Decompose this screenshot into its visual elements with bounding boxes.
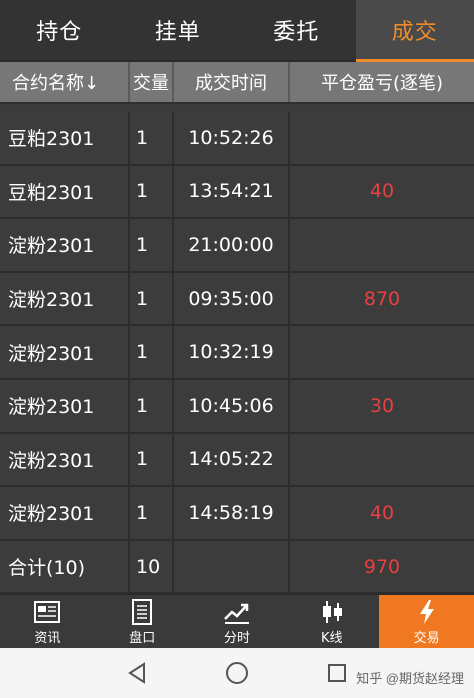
cell-contract: 淀粉2301: [0, 219, 130, 271]
nav-trade-label: 交易: [413, 630, 440, 646]
cell-contract: 淀粉2301: [0, 487, 130, 539]
total-quantity: 10: [130, 540, 174, 593]
nav-trade[interactable]: 交易: [379, 595, 474, 649]
bottom-nav-bar: 资讯 盘口 分时 K线 交易: [0, 594, 474, 649]
table-header: 合约名称↓ 交量 成交时间 平仓盈亏(逐笔): [0, 62, 474, 104]
cell-quantity: 1: [130, 326, 174, 378]
header-close-pnl[interactable]: 平仓盈亏(逐笔): [290, 62, 474, 102]
news-icon: [34, 600, 61, 623]
nav-timeshare[interactable]: 分时: [190, 595, 285, 649]
nav-news-label: 资讯: [34, 630, 61, 646]
candlestick-icon: [322, 600, 342, 623]
tab-pending-orders[interactable]: 挂单: [118, 0, 237, 62]
cell-contract: 淀粉2301: [0, 433, 130, 486]
nav-kline[interactable]: K线: [284, 595, 379, 649]
header-trade-time[interactable]: 成交时间: [174, 62, 290, 102]
table-row[interactable]: 淀粉2301 1 10:32:19: [0, 326, 474, 380]
nav-orderbook[interactable]: 盘口: [95, 595, 190, 649]
total-time: [174, 540, 290, 593]
table-row[interactable]: 豆粕2301 1 10:52:26: [0, 112, 474, 166]
table-row[interactable]: 淀粉2301 1 14:58:19 40: [0, 487, 474, 541]
cell-quantity: 1: [130, 112, 174, 164]
cell-pnl: [290, 434, 474, 486]
cell-time: 21:00:00: [174, 219, 290, 271]
cell-time: 13:54:21: [174, 165, 290, 218]
tab-trades[interactable]: 成交: [355, 0, 474, 62]
cell-contract: 淀粉2301: [0, 272, 130, 325]
cell-time: 10:52:26: [174, 112, 290, 164]
back-triangle-icon: [128, 662, 145, 684]
cell-time: 10:32:19: [174, 326, 290, 378]
cell-quantity: 1: [130, 219, 174, 271]
tab-orders[interactable]: 委托: [237, 0, 356, 62]
tab-positions[interactable]: 持仓: [0, 0, 119, 62]
recents-square-icon: [328, 664, 346, 682]
table-row[interactable]: 淀粉2301 1 10:45:06 30: [0, 379, 474, 434]
cell-pnl: [290, 219, 474, 271]
home-button[interactable]: [222, 658, 252, 688]
watermark: 知乎 @期货赵经理: [356, 671, 464, 686]
nav-orderbook-label: 盘口: [129, 630, 156, 646]
cell-quantity: 1: [130, 433, 174, 486]
cell-time: 09:35:00: [174, 272, 290, 325]
total-row: 合计(10) 10 970: [0, 540, 474, 595]
cell-pnl: 40: [369, 180, 395, 203]
table-row[interactable]: 淀粉2301 1 09:35:00 870: [0, 272, 474, 327]
trades-table: 豆粕2301 1 10:52:26 豆粕2301 1 13:54:21 40 淀…: [0, 112, 474, 595]
cell-quantity: 1: [130, 272, 174, 325]
nav-news[interactable]: 资讯: [0, 595, 95, 649]
nav-timeshare-label: 分时: [223, 630, 250, 646]
recents-button[interactable]: [322, 658, 352, 688]
header-quantity[interactable]: 交量: [130, 62, 174, 102]
back-button[interactable]: [122, 658, 152, 688]
timeshare-chart-icon: [224, 603, 249, 624]
lightning-icon: [419, 599, 434, 624]
cell-contract: 豆粕2301: [0, 112, 130, 164]
table-row[interactable]: 豆粕2301 1 13:54:21 40: [0, 165, 474, 220]
cell-time: 10:45:06: [174, 379, 290, 432]
header-contract-name[interactable]: 合约名称↓: [0, 62, 130, 102]
cell-pnl: 40: [369, 501, 395, 524]
home-circle-icon: [226, 662, 248, 684]
cell-quantity: 1: [130, 165, 174, 218]
total-pnl: 970: [363, 555, 401, 578]
cell-time: 14:05:22: [174, 433, 290, 486]
cell-pnl: [290, 112, 474, 164]
table-row[interactable]: 淀粉2301 1 21:00:00: [0, 219, 474, 273]
cell-contract: 豆粕2301: [0, 165, 130, 218]
top-tab-bar: 持仓 挂单 委托 成交: [0, 0, 474, 62]
cell-pnl: 30: [369, 394, 395, 417]
cell-contract: 淀粉2301: [0, 326, 130, 378]
table-row[interactable]: 淀粉2301 1 14:05:22: [0, 433, 474, 488]
orderbook-icon: [132, 598, 153, 625]
cell-pnl: [290, 326, 474, 378]
cell-quantity: 1: [130, 487, 174, 539]
cell-time: 14:58:19: [174, 487, 290, 539]
cell-quantity: 1: [130, 379, 174, 432]
cell-pnl: 870: [363, 287, 401, 310]
cell-contract: 淀粉2301: [0, 379, 130, 432]
nav-kline-label: K线: [321, 630, 343, 646]
total-label: 合计(10): [0, 540, 130, 593]
